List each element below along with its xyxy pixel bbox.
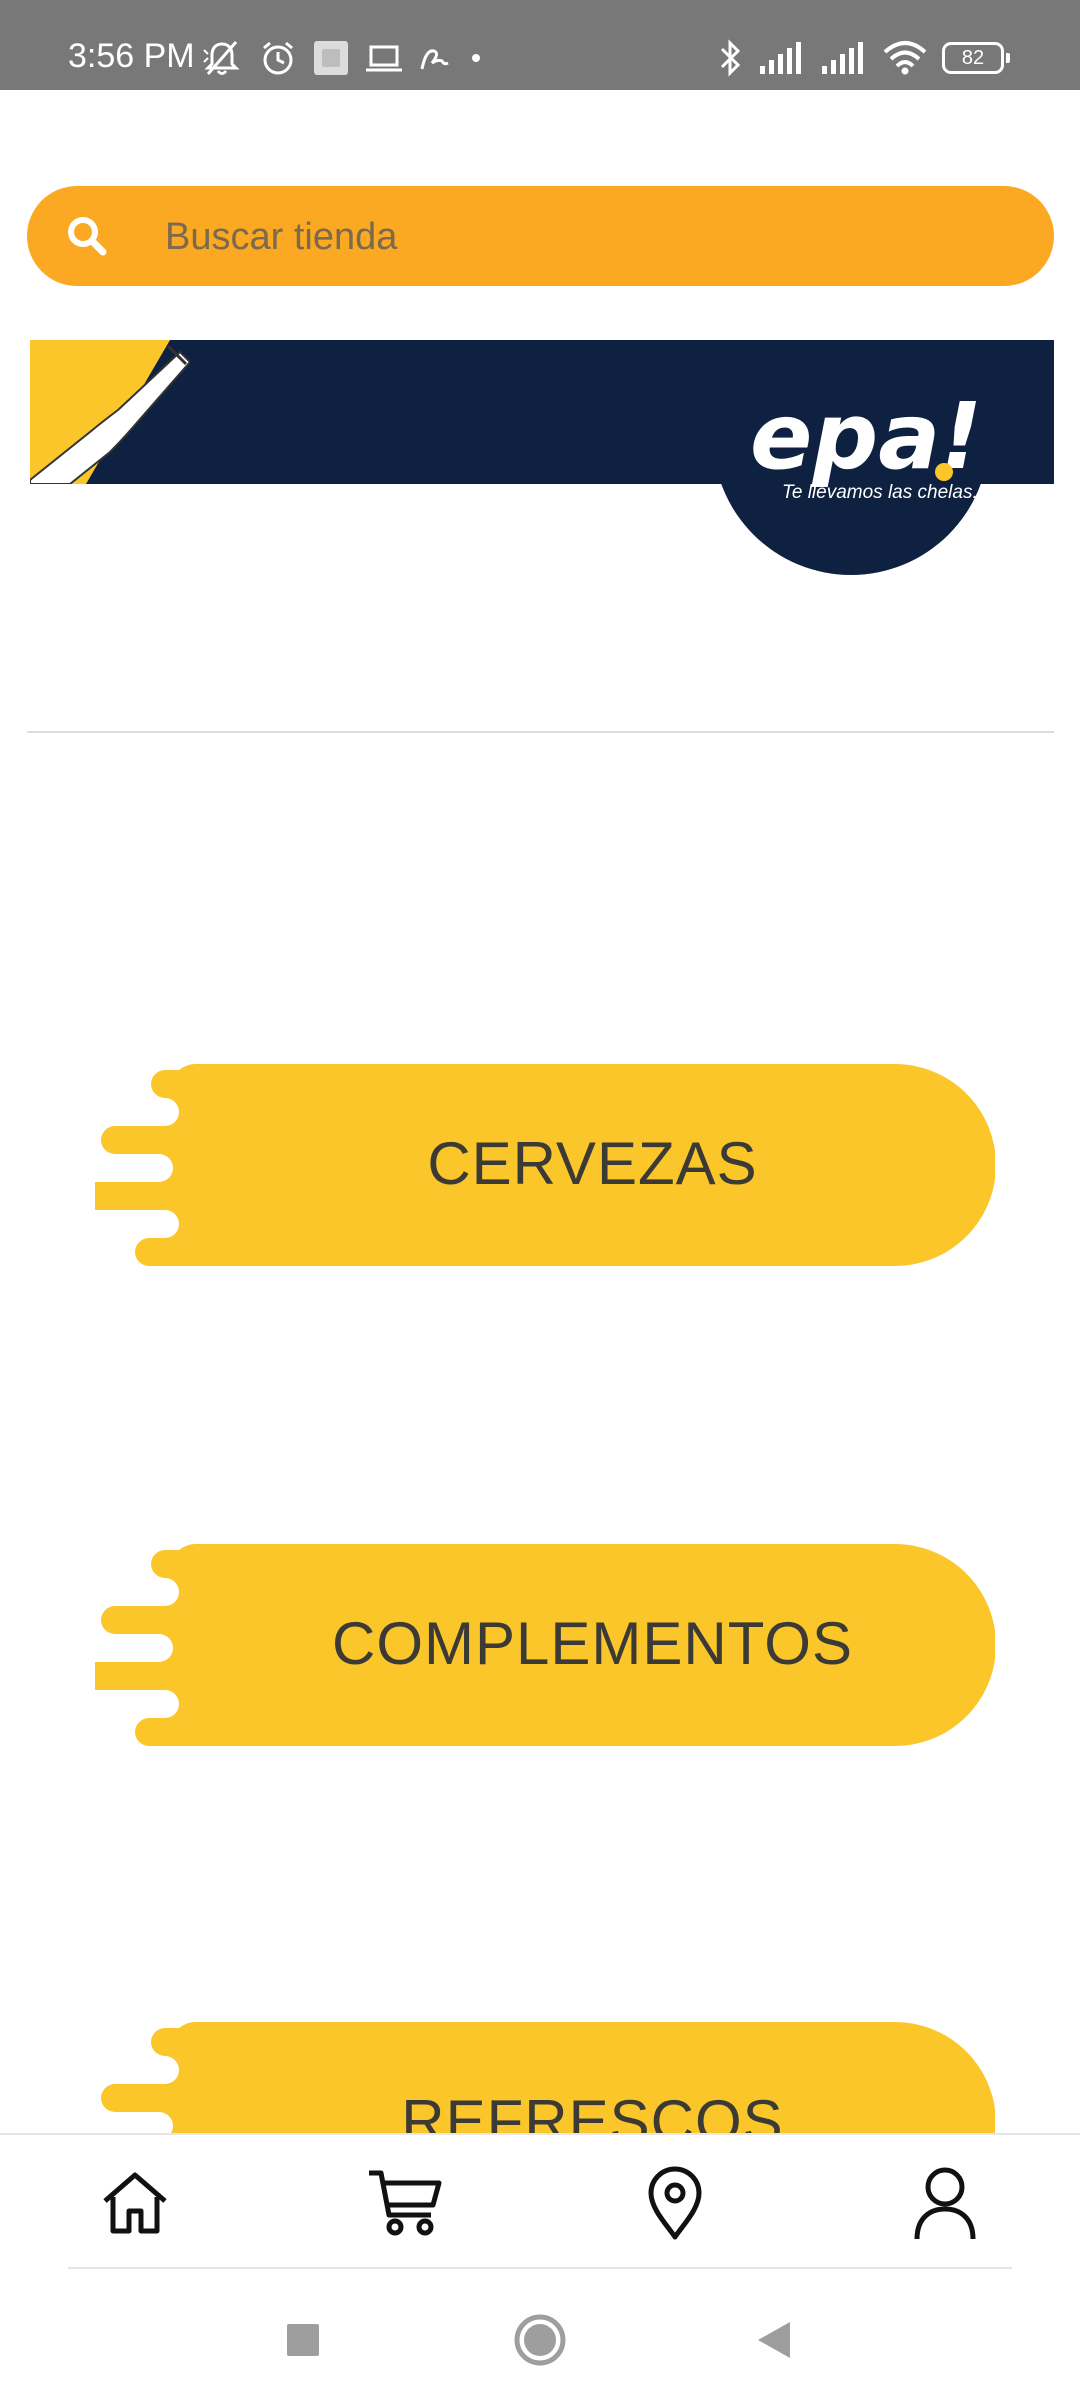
nav-home[interactable] <box>95 2163 175 2243</box>
user-profile-icon <box>914 2167 976 2240</box>
nav-cart[interactable] <box>365 2163 445 2243</box>
app-notification-icon <box>314 41 348 75</box>
alarm-clock-icon <box>263 41 293 75</box>
status-notification-icons <box>200 36 486 80</box>
recents-button[interactable] <box>273 2310 333 2370</box>
square-recents-icon <box>287 2324 319 2356</box>
location-pin-icon <box>648 2166 702 2240</box>
home-system-button[interactable] <box>510 2310 570 2370</box>
search-bar[interactable] <box>27 186 1054 288</box>
home-icon <box>103 2172 167 2234</box>
banner-tagline: Te llevamos las chelas... <box>782 482 989 503</box>
category-cervezas-button[interactable]: CERVEZAS <box>95 1058 995 1268</box>
search-input[interactable] <box>163 186 1027 288</box>
system-navigation-bar <box>0 2270 1080 2400</box>
nav-divider <box>68 2267 1012 2269</box>
category-label: CERVEZAS <box>427 1129 758 1197</box>
signal-strength-2-icon <box>822 42 863 74</box>
status-system-icons: 82 <box>716 36 1010 80</box>
bottom-navigation <box>0 2133 1080 2268</box>
app-screen: 3:56 PM 82 Buscar tienda epa! Te llevamo… <box>0 0 1080 2400</box>
status-time: 3:56 PM <box>68 37 195 75</box>
wifi-icon <box>883 41 927 75</box>
back-button[interactable] <box>744 2310 804 2370</box>
battery-level: 82 <box>961 46 985 69</box>
cart-icon <box>369 2170 442 2236</box>
nav-location[interactable] <box>635 2163 715 2243</box>
bell-muted-icon <box>203 41 240 75</box>
battery-indicator: 82 <box>942 42 1010 74</box>
section-divider <box>27 731 1054 733</box>
bluetooth-icon <box>720 39 741 77</box>
signal-strength-icon <box>760 42 801 74</box>
triangle-back-icon <box>758 2322 790 2358</box>
epa-logo: epa! <box>750 383 982 490</box>
promo-banner[interactable]: epa! Te llevamos las chelas... <box>30 340 1054 575</box>
more-dot-icon <box>472 54 480 62</box>
laptop-icon <box>366 45 402 72</box>
category-label: COMPLEMENTOS <box>332 1609 853 1677</box>
category-complementos-button[interactable]: COMPLEMENTOS <box>95 1538 995 1748</box>
signature-icon <box>420 49 449 70</box>
status-bar: 3:56 PM 82 <box>0 0 1080 90</box>
circle-home-icon <box>514 2314 566 2366</box>
nav-profile[interactable] <box>905 2163 985 2243</box>
beer-bottle-graphic <box>30 340 190 484</box>
search-icon[interactable] <box>63 212 111 260</box>
